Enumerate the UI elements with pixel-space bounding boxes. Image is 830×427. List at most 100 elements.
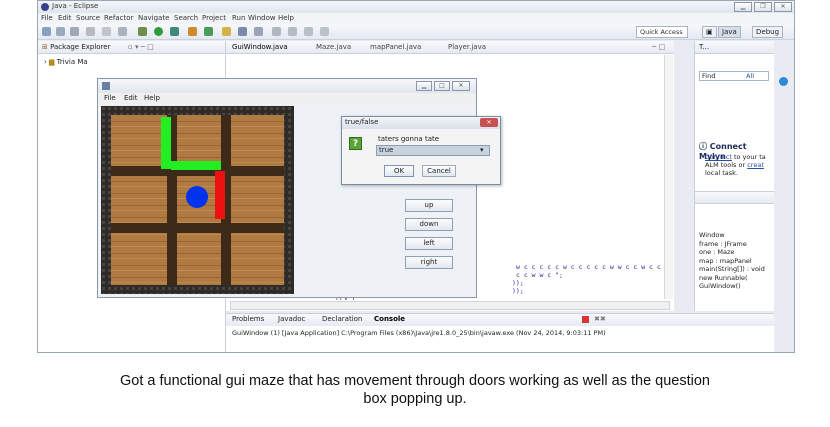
menu-window[interactable]: Window [248,14,276,22]
up-button[interactable]: up [405,199,453,212]
menu-source[interactable]: Source [76,14,100,22]
perspective-java[interactable]: Java [718,26,741,38]
filter-all-link[interactable]: All [746,72,754,80]
restore-button[interactable]: ❐ [754,2,772,12]
down-button[interactable]: down [405,218,453,231]
new-class-icon[interactable] [188,27,197,36]
menu-edit[interactable]: Edit [58,14,72,22]
game-menu-edit[interactable]: Edit [124,94,138,102]
outline-item[interactable]: main(String[]) : void [699,265,771,274]
toolbar-icon[interactable] [118,27,127,36]
new-icon[interactable] [42,27,51,36]
tab-player[interactable]: Player.java [448,43,486,51]
outline-tab[interactable] [695,191,774,204]
external-tools-icon[interactable] [170,27,179,36]
task-list-title: T... [699,43,710,51]
mylyn-connect-link[interactable]: Connect [705,153,732,161]
toolbar-icon[interactable] [288,27,297,36]
outline-item[interactable]: frame : JFrame [699,240,771,249]
toolbar-icon[interactable] [272,27,281,36]
expand-arrow-icon[interactable]: › [44,58,47,66]
menu-refactor[interactable]: Refactor [104,14,133,22]
door-open-vertical [161,117,171,169]
perspective-debug[interactable]: Debug [752,26,784,38]
question-text: taters gonna tate [378,135,440,143]
connect-icon[interactable] [779,77,788,86]
dialog-close-button[interactable]: ✕ [480,118,498,127]
outline-item[interactable]: GuiWindow() [699,282,771,291]
open-perspective-button[interactable]: ▣ [702,26,717,38]
horizontal-scrollbar[interactable] [230,301,670,310]
right-panel: T... Find All ⓘ Connect Mylyn Connect to… [694,41,774,311]
caption-line-2: box popping up. [363,391,467,407]
menu-file[interactable]: File [41,14,53,22]
toolbar-icon[interactable] [102,27,111,36]
menu-project[interactable]: Project [202,14,226,22]
minimize-editor-icon[interactable]: ─ □ [652,43,665,51]
tab-mappanel[interactable]: mapPanel.java [370,43,421,51]
answer-selected: true [379,146,394,154]
terminate-icon[interactable] [582,316,589,323]
search-icon[interactable] [238,27,247,36]
print-icon[interactable] [70,27,79,36]
question-dialog: true/false ✕ ? taters gonna tate true ▾ … [341,116,501,185]
game-menu-file[interactable]: File [104,94,116,102]
left-button[interactable]: left [405,237,453,250]
close-button[interactable]: ✕ [774,2,792,12]
mylyn-create-link[interactable]: creat [747,161,764,169]
tab-declaration[interactable]: Declaration [322,314,362,325]
trim-stack [774,41,794,341]
chevron-down-icon[interactable]: ▾ [480,146,484,155]
build-icon[interactable] [86,27,95,36]
open-type-icon[interactable] [222,27,231,36]
task-list-tab[interactable]: T... [695,41,774,54]
save-icon[interactable] [56,27,65,36]
window-title: Java - Eclipse [52,2,99,10]
run-icon[interactable] [154,27,163,36]
tab-maze[interactable]: Maze.java [316,43,351,51]
project-tree-item[interactable]: › ▆ Trivia Ma [44,58,88,66]
maze-canvas [101,106,294,294]
tab-javadoc[interactable]: Javadoc [278,314,305,325]
outline-item[interactable]: one : Maze [699,248,771,257]
eclipse-titlebar: Java - Eclipse ▁ ❐ ✕ [38,1,794,13]
forward-icon[interactable] [320,27,329,36]
find-input[interactable]: Find All [699,71,769,81]
view-menu-icon[interactable]: ▫ ▾ ─ □ [128,41,154,53]
vertical-scrollbar[interactable] [664,55,673,299]
minimize-button[interactable]: ▁ [734,2,752,12]
package-explorer-tab[interactable]: ⊞ Package Explorer ▫ ▾ ─ □ [38,41,225,54]
java-app-icon [102,82,110,90]
outline-list: Window frame : JFrame one : Maze map : m… [699,231,771,291]
remove-launch-icon[interactable]: ✖✖ [594,314,606,325]
answer-select[interactable]: true ▾ [376,145,490,156]
debug-icon[interactable] [138,27,147,36]
outline-item[interactable]: new Runnable( [699,274,771,283]
cancel-button[interactable]: Cancel [422,165,456,177]
game-close-button[interactable]: ✕ [452,81,470,91]
game-minimize-button[interactable]: ▁ [416,81,432,91]
toolbar-icon[interactable] [254,27,263,36]
right-button[interactable]: right [405,256,453,269]
tab-console[interactable]: Console [374,314,405,325]
ok-button[interactable]: OK [384,165,414,177]
eclipse-icon [41,3,49,11]
game-menu-help[interactable]: Help [144,94,160,102]
outline-item[interactable]: Window [699,231,771,240]
new-package-icon[interactable] [204,27,213,36]
menu-run[interactable]: Run [232,14,245,22]
project-folder-icon: ▆ [49,58,55,66]
game-titlebar: ▁ □ ✕ [98,79,476,93]
outline-item[interactable]: map : mapPanel [699,257,771,266]
menu-search[interactable]: Search [174,14,198,22]
menu-navigate[interactable]: Navigate [138,14,169,22]
code-line: w c c c c c w c c c c c w w c c w c c w … [516,263,669,279]
menu-help[interactable]: Help [278,14,294,22]
maze-wall [111,223,284,233]
game-maximize-button[interactable]: □ [434,81,450,91]
tab-problems[interactable]: Problems [232,314,264,325]
tab-guiwindow[interactable]: GuiWindow.java [232,43,288,51]
caption: Got a functional gui maze that has movem… [0,372,830,408]
back-icon[interactable] [304,27,313,36]
quick-access-input[interactable]: Quick Access [636,26,688,38]
